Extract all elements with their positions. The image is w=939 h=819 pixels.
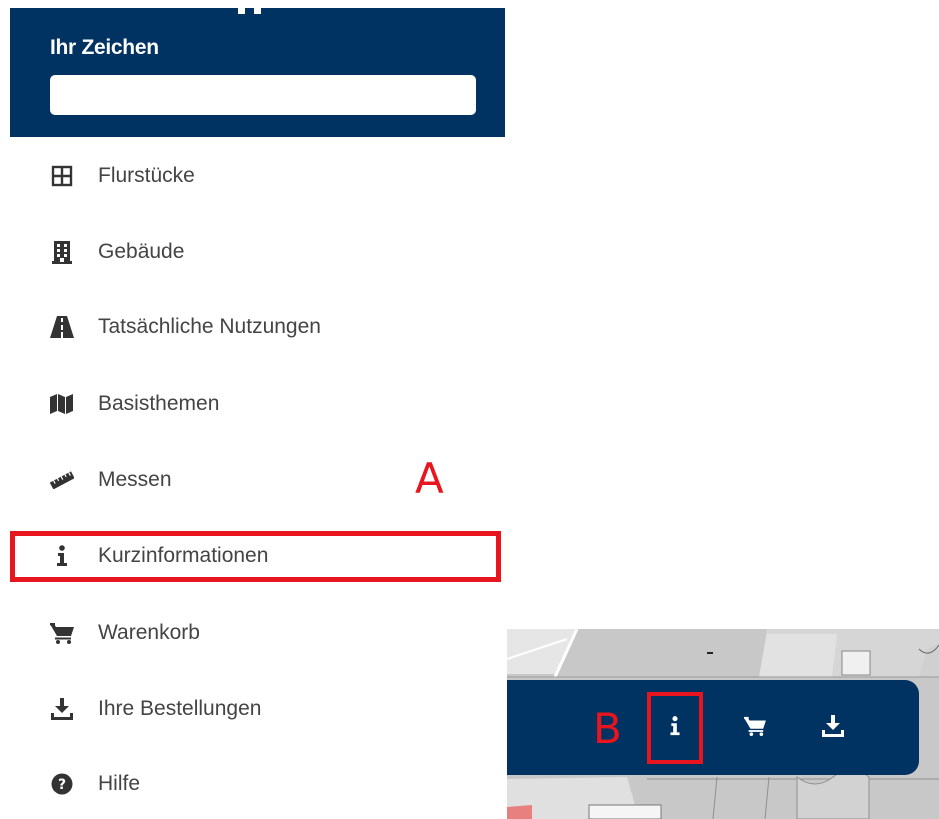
menu-item-gebaeude[interactable]: Gebäude <box>10 232 505 272</box>
menu-item-flurstuecke[interactable]: Flurstücke <box>10 156 505 196</box>
menu-item-tatsaechliche-nutzungen[interactable]: Tatsächliche Nutzungen <box>10 307 505 347</box>
menu-item-label: Warenkorb <box>98 621 200 644</box>
reference-input[interactable] <box>50 75 476 115</box>
floating-toolbar: B <box>507 680 919 775</box>
menu-item-label: Gebäude <box>98 240 185 263</box>
cart-icon <box>50 621 74 645</box>
download-icon <box>50 697 74 721</box>
menu-item-label: Hilfe <box>98 772 141 795</box>
cart-icon <box>744 716 766 741</box>
grid-icon <box>50 164 74 188</box>
highlight-box-a <box>10 531 501 582</box>
reference-label: Ihr Zeichen <box>50 36 159 59</box>
menu-item-warenkorb[interactable]: Warenkorb <box>10 613 505 653</box>
download-icon <box>822 714 844 742</box>
menu-item-label: Flurstücke <box>98 164 195 187</box>
road-icon <box>50 315 74 339</box>
toolbar-download-button[interactable] <box>805 692 861 764</box>
svg-text:?: ? <box>58 777 66 793</box>
info-icon <box>669 715 681 741</box>
toolbar-info-button[interactable] <box>647 692 703 764</box>
toolbar-cart-button[interactable] <box>727 692 783 764</box>
building-icon <box>50 240 74 264</box>
menu-item-ihre-bestellungen[interactable]: Ihre Bestellungen <box>10 689 505 729</box>
annotation-b: B <box>593 704 622 753</box>
menu-item-label: Messen <box>98 468 172 491</box>
question-circle-icon: ? <box>50 772 74 796</box>
header-panel: Ihr Zeichen <box>10 8 505 137</box>
menu-item-label: Ihre Bestellungen <box>98 697 262 720</box>
menu-item-hilfe[interactable]: ? Hilfe <box>10 764 505 804</box>
header-notch <box>238 8 262 14</box>
annotation-a: A <box>415 454 444 503</box>
menu-item-label: Tatsächliche Nutzungen <box>98 315 321 338</box>
menu-item-basisthemen[interactable]: Basisthemen <box>10 384 505 424</box>
menu-item-label: Basisthemen <box>98 392 220 415</box>
map-icon <box>50 392 74 416</box>
ruler-icon <box>50 468 74 492</box>
